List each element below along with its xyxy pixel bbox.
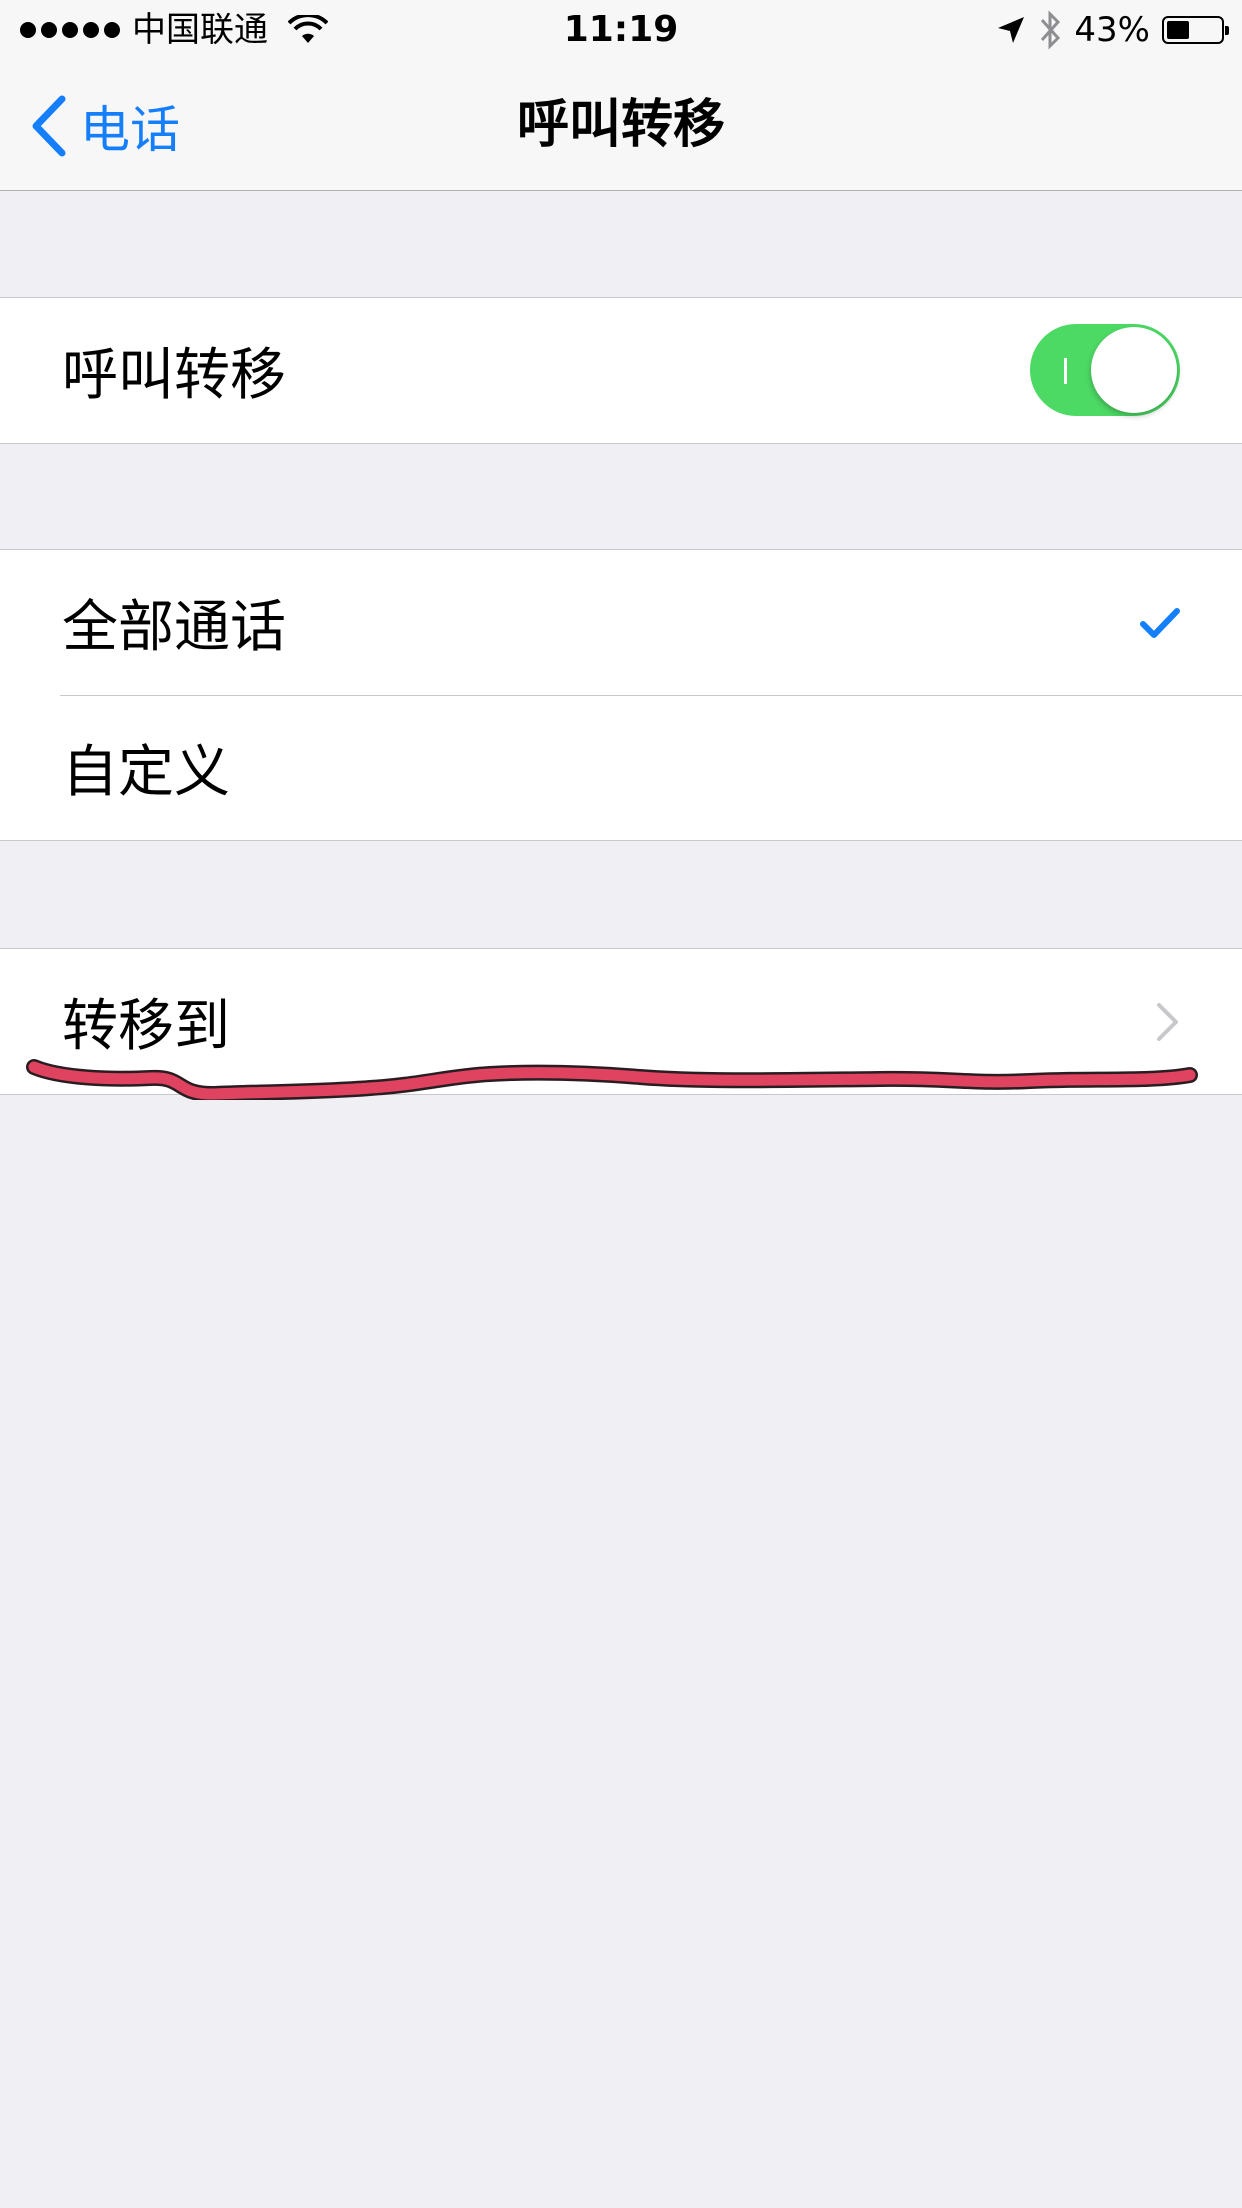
custom-label: 自定义 — [62, 740, 230, 805]
call-forwarding-cell: 呼叫转移 — [0, 298, 1242, 443]
navigation-bar: 电话 呼叫转移 — [0, 60, 1242, 191]
all-calls-label: 全部通话 — [62, 595, 286, 660]
red-underline-annotation — [26, 1059, 1198, 1100]
battery-icon — [1162, 16, 1229, 44]
location-arrow-icon — [998, 17, 1025, 43]
call-forwarding-toggle[interactable] — [1030, 324, 1180, 416]
toggle-knob — [1091, 327, 1177, 413]
list-item-all-calls[interactable]: 全部通话 — [0, 550, 1242, 695]
list-item-custom[interactable]: 自定义 — [0, 695, 1242, 840]
status-right: 43% — [996, 0, 1229, 60]
status-bar: 中国联通 11:19 43% — [0, 0, 1242, 60]
battery-percent: 43% — [1074, 10, 1150, 50]
chevron-right-icon — [1157, 1002, 1178, 1041]
checkmark-icon — [1140, 607, 1180, 638]
toggle-on-mark — [1064, 358, 1067, 384]
call-forwarding-label: 呼叫转移 — [62, 343, 286, 408]
page-title: 呼叫转移 — [516, 95, 725, 155]
mode-group: 全部通话 自定义 — [0, 549, 1242, 841]
toggle-group: 呼叫转移 — [0, 297, 1242, 444]
bluetooth-icon — [1041, 10, 1061, 50]
